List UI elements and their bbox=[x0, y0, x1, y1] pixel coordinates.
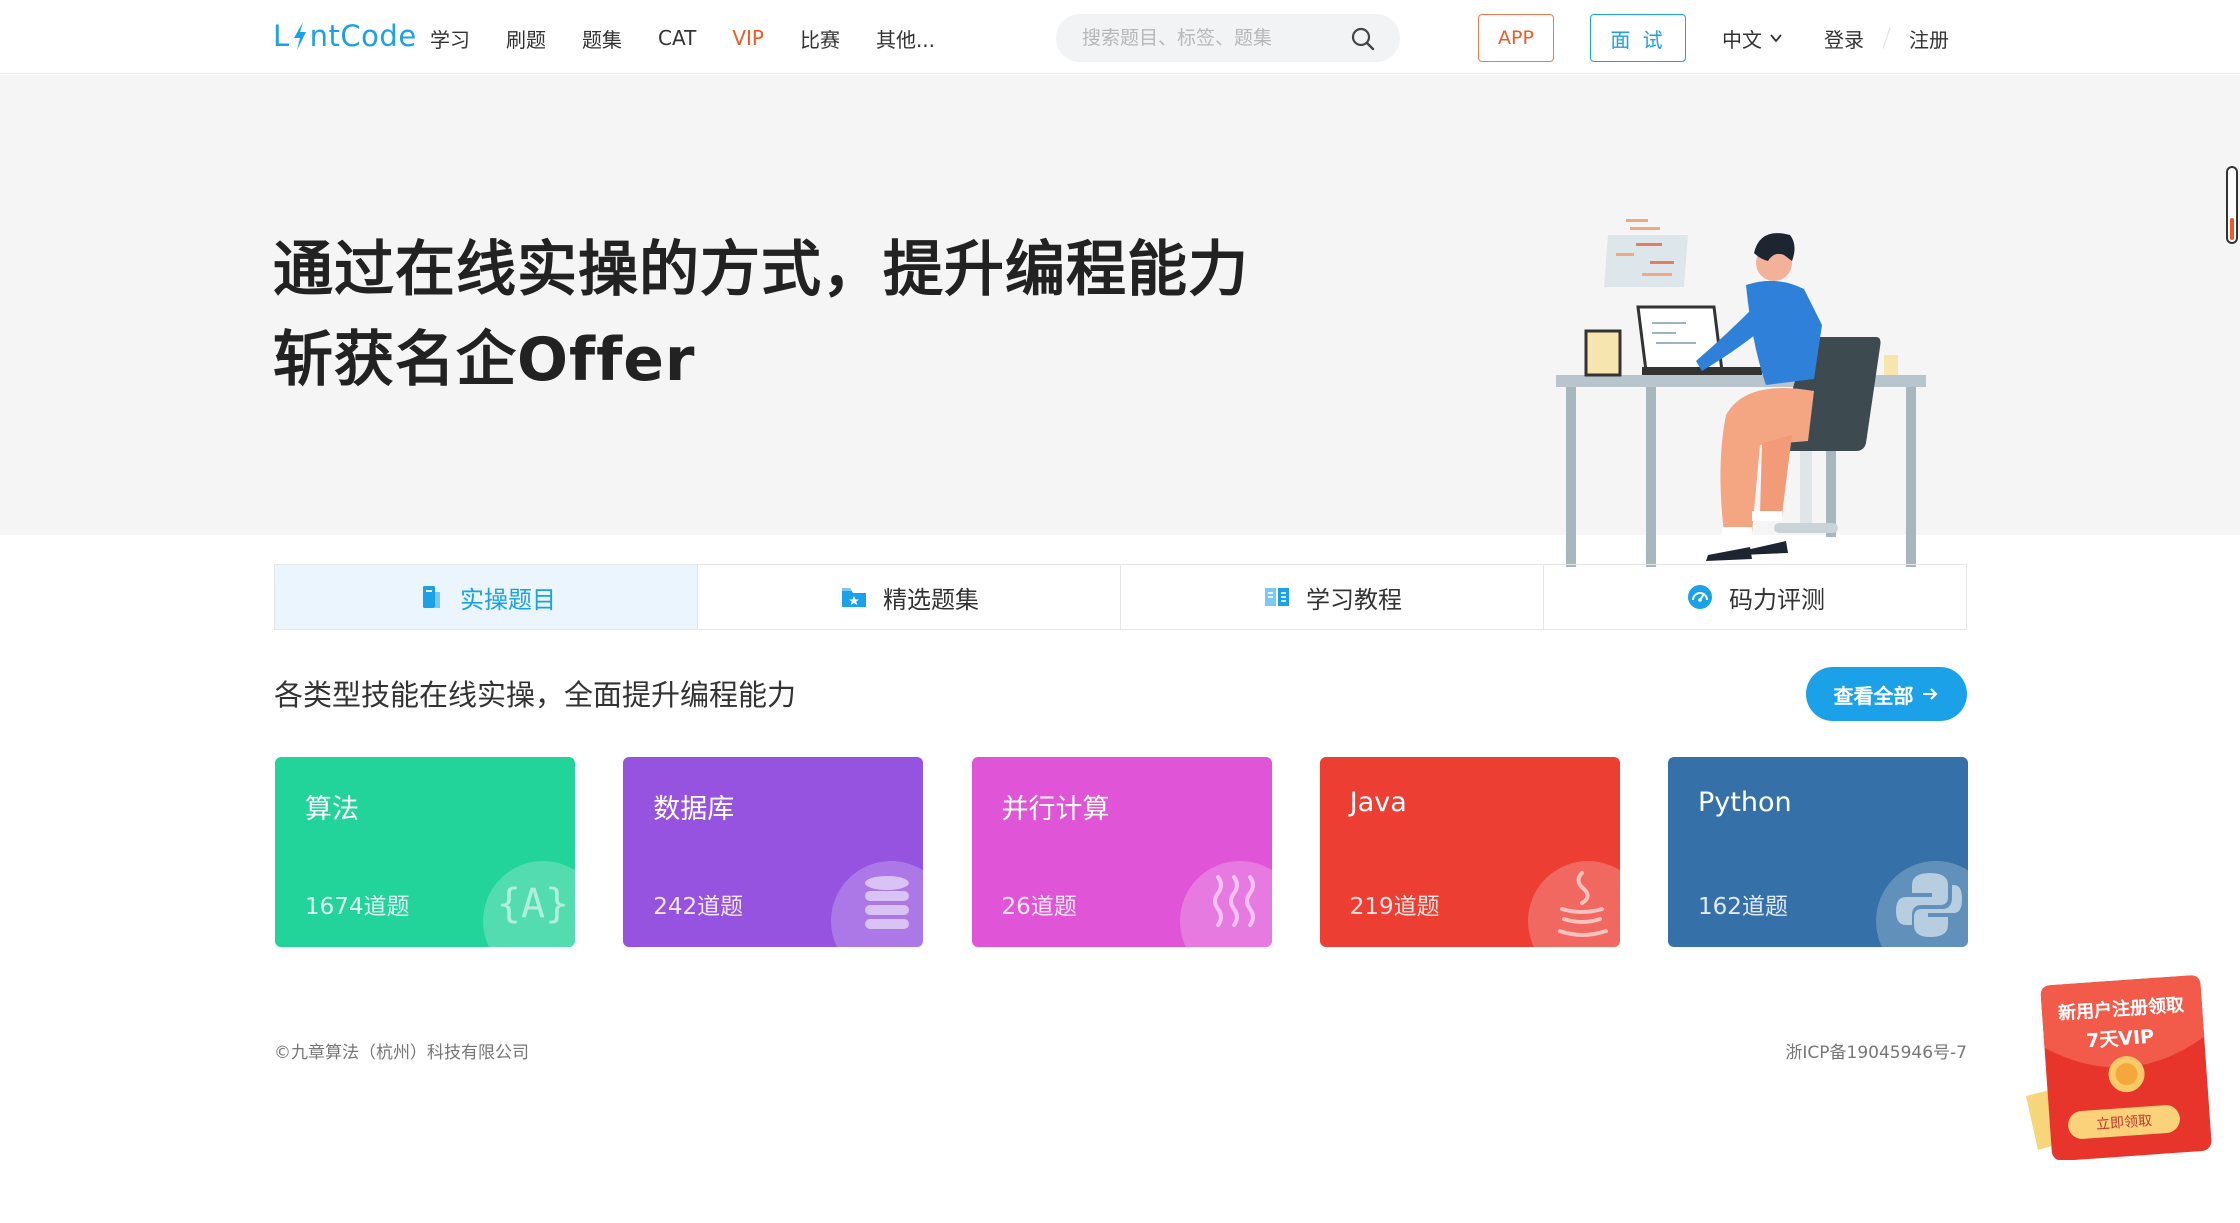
hero-banner: 通过在线实操的方式，提升编程能力 斩获名企Offer bbox=[0, 75, 2240, 567]
algorithm-icon: {A} bbox=[497, 881, 569, 927]
hero-line-1: 通过在线实操的方式，提升编程能力 bbox=[273, 235, 1249, 305]
nav-practice[interactable]: 刷题 bbox=[506, 24, 546, 53]
auth-divider bbox=[1882, 27, 1891, 49]
nav-cat[interactable]: CAT bbox=[658, 26, 696, 50]
card-python[interactable]: Python 162道题 bbox=[1668, 757, 1968, 947]
book-icon bbox=[423, 586, 440, 608]
tab-tutorials-label: 学习教程 bbox=[1306, 585, 1402, 614]
login-link[interactable]: 登录 bbox=[1824, 24, 1864, 53]
category-tabs: 实操题目 精选题集 学习教程 码力评测 bbox=[274, 564, 1967, 630]
nav-contest[interactable]: 比赛 bbox=[800, 24, 840, 53]
top-header: L ntCode 学习 刷题 题集 CAT VIP 比赛 其他... APP 面… bbox=[0, 0, 2240, 74]
language-selector[interactable]: 中文 bbox=[1722, 22, 1784, 54]
card-count: 162道题 bbox=[1698, 894, 1788, 920]
search-box bbox=[1056, 14, 1400, 62]
section-title: 各类型技能在线实操，全面提升编程能力 bbox=[274, 678, 797, 712]
search-input[interactable] bbox=[1080, 26, 1350, 50]
programmer-illustration bbox=[1556, 219, 1926, 567]
tab-assessment[interactable]: 码力评测 bbox=[1544, 565, 1966, 629]
card-title: 算法 bbox=[305, 794, 359, 825]
scroll-indicator[interactable] bbox=[2226, 166, 2238, 244]
lightning-icon bbox=[293, 22, 306, 50]
open-book-icon bbox=[1265, 588, 1289, 606]
card-title: Java bbox=[1349, 787, 1407, 818]
hero-line-2: 斩获名企Offer bbox=[273, 325, 696, 395]
icp-link[interactable]: 浙ICP备19045946号-7 bbox=[1785, 1038, 1967, 1063]
tab-tutorials[interactable]: 学习教程 bbox=[1121, 565, 1544, 629]
main-nav: 学习 刷题 题集 CAT VIP 比赛 其他... bbox=[430, 22, 971, 54]
card-count: 242道题 bbox=[653, 894, 744, 920]
tab-assessment-label: 码力评测 bbox=[1729, 585, 1825, 614]
app-button[interactable]: APP bbox=[1478, 14, 1554, 62]
java-coffee-icon bbox=[1557, 871, 1608, 937]
hero-headline: 通过在线实操的方式，提升编程能力 斩获名企Offer bbox=[273, 225, 1249, 405]
card-count: 1674道题 bbox=[305, 894, 410, 920]
skill-cards: 算法 1674道题 {A} 数据库 242道题 并行计算 26道题 Java 2… bbox=[275, 757, 1968, 947]
register-link[interactable]: 注册 bbox=[1909, 24, 1949, 53]
nav-problem-sets[interactable]: 题集 bbox=[582, 24, 622, 53]
card-title: 数据库 bbox=[653, 794, 735, 825]
lintcode-logo[interactable]: L ntCode bbox=[273, 16, 417, 56]
logo-text-end: ntCode bbox=[309, 19, 417, 53]
code-window-graphic bbox=[1604, 219, 1688, 287]
nav-vip[interactable]: VIP bbox=[732, 26, 764, 50]
parallel-waves-icon bbox=[1212, 875, 1255, 927]
language-label: 中文 bbox=[1722, 27, 1762, 52]
auth-links: 登录 注册 bbox=[1824, 22, 1949, 54]
card-database[interactable]: 数据库 242道题 bbox=[623, 757, 924, 947]
folder-star-icon bbox=[842, 588, 866, 607]
logo-text-start: L bbox=[273, 19, 290, 53]
nav-more[interactable]: 其他... bbox=[876, 24, 935, 53]
tab-problems[interactable]: 实操题目 bbox=[275, 565, 698, 629]
card-java[interactable]: Java 219道题 bbox=[1319, 757, 1620, 947]
gauge-icon bbox=[1688, 585, 1712, 609]
python-icon bbox=[1896, 873, 1962, 937]
nav-learn[interactable]: 学习 bbox=[430, 24, 470, 53]
card-count: 219道题 bbox=[1349, 894, 1440, 920]
card-parallel[interactable]: 并行计算 26道题 bbox=[971, 757, 1272, 947]
database-icon bbox=[865, 876, 910, 929]
card-algorithm[interactable]: 算法 1674道题 {A} bbox=[275, 757, 575, 947]
svg-text:{A}: {A} bbox=[497, 881, 569, 927]
card-title: Python bbox=[1698, 787, 1792, 818]
interview-button[interactable]: 面 试 bbox=[1590, 14, 1686, 62]
search-icon[interactable] bbox=[1350, 26, 1376, 52]
card-count: 26道题 bbox=[1001, 894, 1077, 920]
card-title: 并行计算 bbox=[1001, 794, 1110, 825]
tab-featured-sets-label: 精选题集 bbox=[883, 585, 979, 614]
copyright-text: ©九章算法（杭州）科技有限公司 bbox=[274, 1043, 529, 1063]
chevron-down-icon bbox=[1770, 34, 1782, 43]
view-all-button[interactable]: 查看全部 bbox=[1806, 667, 1967, 721]
arrow-right-icon bbox=[1922, 688, 1937, 700]
view-all-label: 查看全部 bbox=[1833, 683, 1914, 708]
tab-featured-sets[interactable]: 精选题集 bbox=[698, 565, 1121, 629]
tab-problems-label: 实操题目 bbox=[460, 585, 556, 614]
